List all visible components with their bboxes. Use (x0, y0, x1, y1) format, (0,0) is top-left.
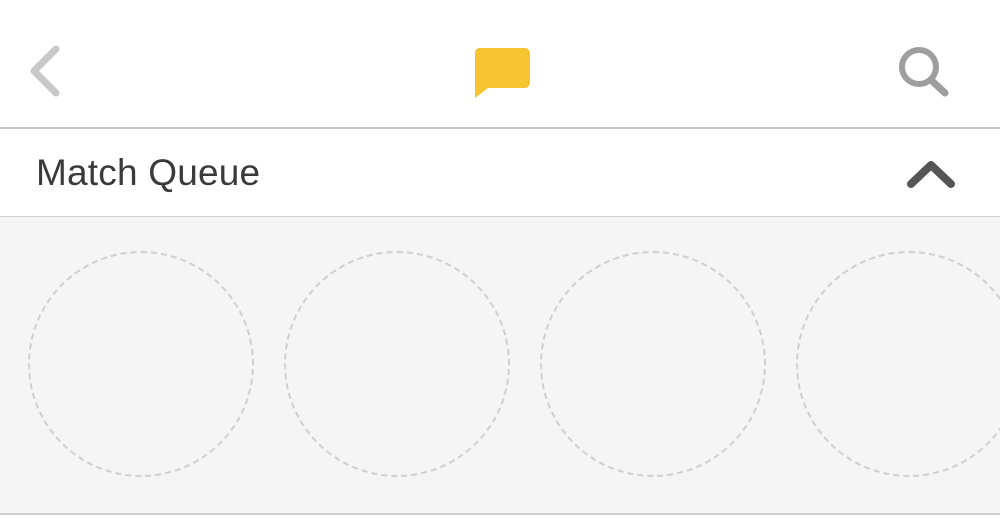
empty-match-slot (284, 251, 510, 477)
collapse-button[interactable] (902, 153, 960, 193)
chevron-up-icon (907, 161, 955, 188)
chat-bubble-icon (475, 48, 530, 98)
match-queue-header[interactable]: Match Queue (0, 129, 1000, 217)
empty-match-slot (540, 251, 766, 477)
search-icon (899, 47, 949, 97)
empty-match-slot (28, 251, 254, 477)
search-button[interactable] (890, 42, 956, 100)
messages-button[interactable] (468, 44, 534, 102)
divider (0, 513, 1000, 515)
top-nav-bar (0, 0, 1000, 129)
screen: Match Queue (0, 0, 1000, 518)
match-queue-title: Match Queue (36, 152, 261, 193)
match-queue-list[interactable] (0, 217, 1000, 513)
empty-match-slot (796, 251, 1000, 477)
back-button[interactable] (22, 40, 70, 102)
chevron-left-icon (30, 45, 60, 97)
